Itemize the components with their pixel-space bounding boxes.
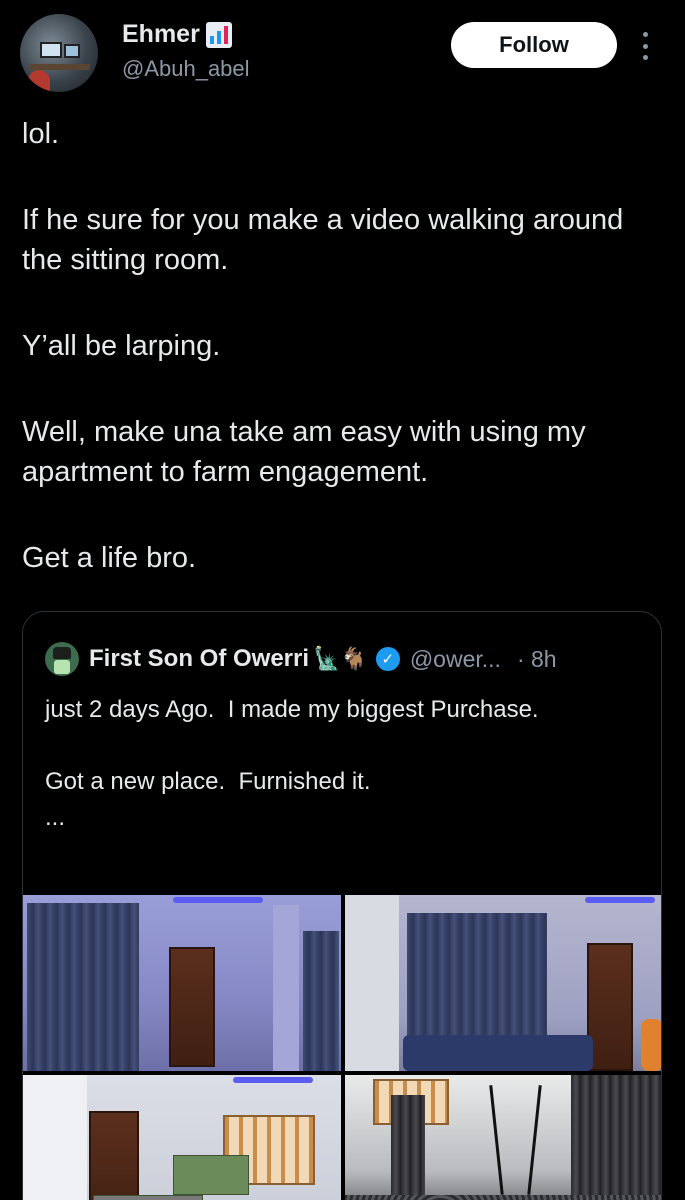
author-name-row[interactable]: Ehmer <box>122 20 232 49</box>
quoted-author-handle[interactable]: @ower... <box>410 646 501 673</box>
quoted-author-emoji: 🗽🐐 <box>313 646 368 671</box>
quoted-tweet-header: First Son Of Owerri 🗽🐐 ✓ @ower... · 8h <box>45 642 557 676</box>
media-image-1[interactable] <box>23 895 341 1071</box>
media-image-2[interactable] <box>345 895 661 1071</box>
media-image-4[interactable] <box>345 1075 661 1200</box>
follow-button[interactable]: Follow <box>451 22 617 68</box>
bar-chart-icon <box>205 21 232 48</box>
more-options-icon[interactable] <box>636 30 654 62</box>
avatar-monitor <box>40 42 62 58</box>
quoted-tweet-body: just 2 days Ago. I made my biggest Purch… <box>45 692 645 836</box>
tweet-header: Ehmer @Abuh_abel Follow <box>0 0 685 110</box>
avatar-monitor <box>64 44 80 58</box>
author-handle[interactable]: @Abuh_abel <box>122 56 250 82</box>
tweet-paragraph: Y’all be larping. <box>22 330 221 362</box>
tweet-paragraph: Well, make una take am easy with using m… <box>22 416 594 488</box>
quoted-author-avatar[interactable] <box>45 642 79 676</box>
quoted-tweet-card[interactable]: First Son Of Owerri 🗽🐐 ✓ @ower... · 8h j… <box>22 611 662 1200</box>
tweet-paragraph: If he sure for you make a video walking … <box>22 204 632 276</box>
avatar-person <box>28 70 50 92</box>
quoted-tweet-time[interactable]: · 8h <box>517 646 557 673</box>
tweet-body: lol. If he sure for you make a video wal… <box>22 114 662 578</box>
quoted-line: just 2 days Ago. I made my biggest Purch… <box>45 696 539 723</box>
tweet-paragraph: lol. <box>22 118 60 150</box>
quoted-line: ... <box>45 804 66 831</box>
author-name[interactable]: Ehmer <box>122 20 200 49</box>
quoted-author-name[interactable]: First Son Of Owerri <box>89 645 309 673</box>
verified-badge-icon: ✓ <box>375 647 400 671</box>
tweet-paragraph: Get a life bro. <box>22 542 197 574</box>
author-avatar[interactable] <box>20 14 98 92</box>
media-image-3[interactable] <box>23 1075 341 1200</box>
quoted-line: Got a new place. Furnished it. <box>45 768 371 795</box>
quoted-media-grid <box>23 895 661 1200</box>
